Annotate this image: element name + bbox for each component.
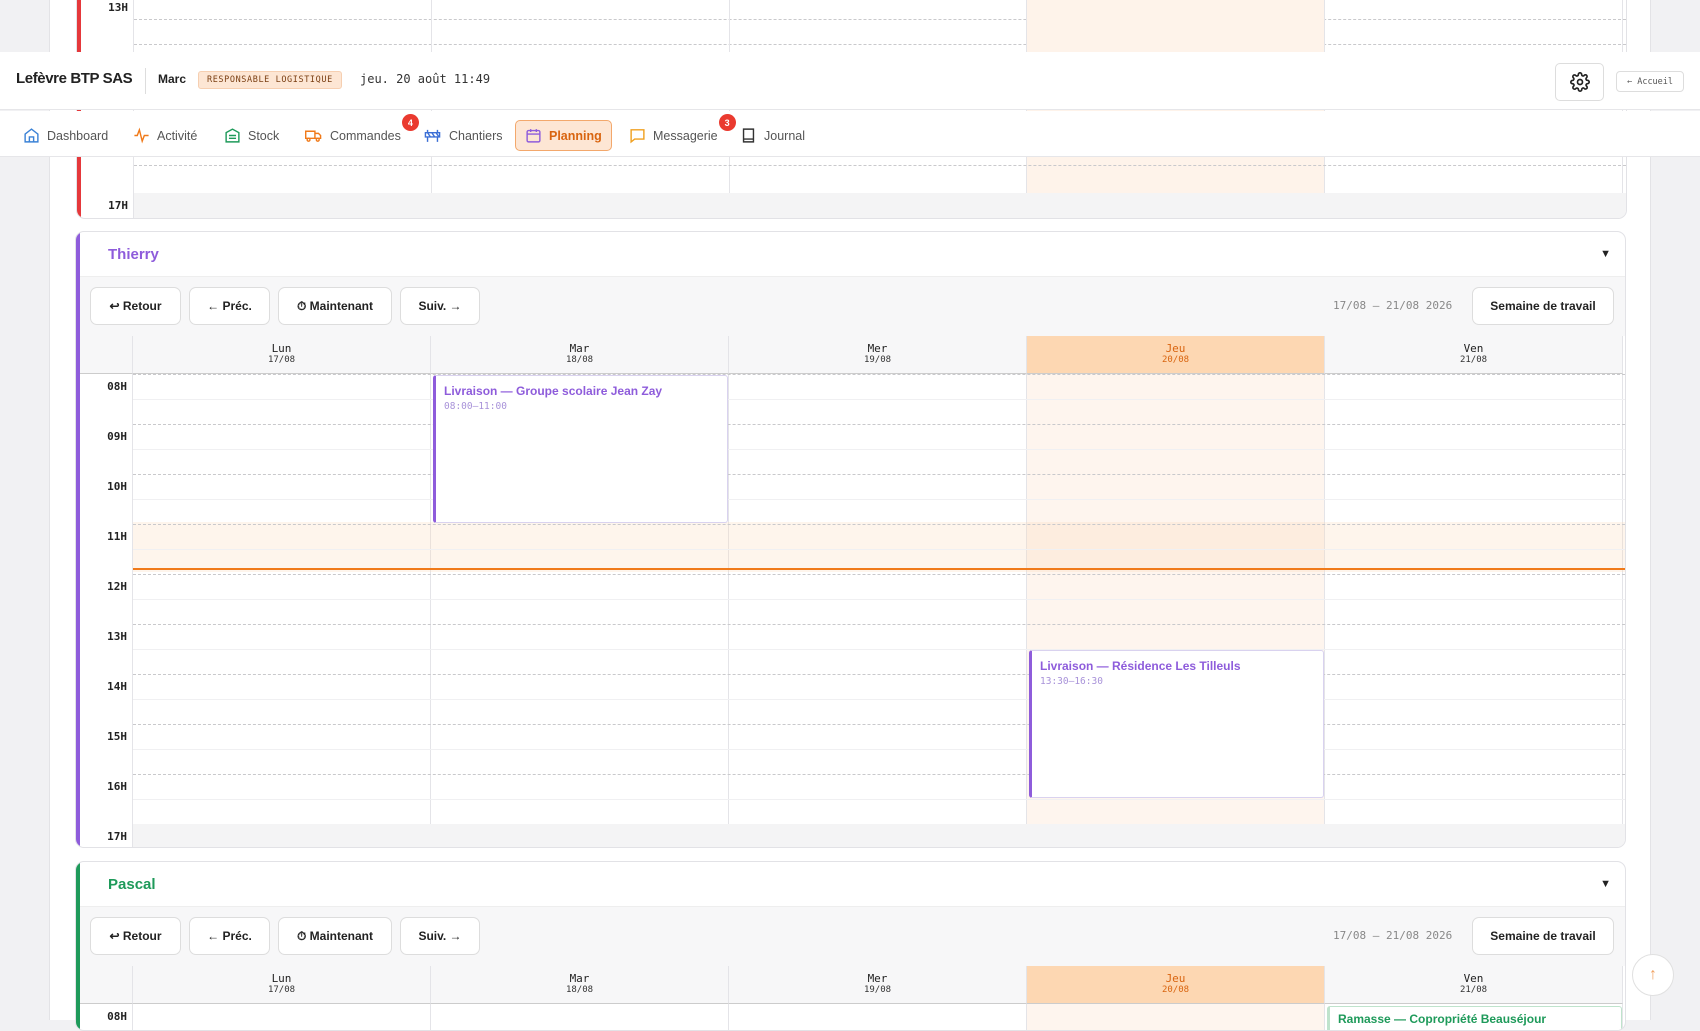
hour-label: 08H <box>107 380 127 393</box>
week-grid: Lun 17/08 Mar 18/08 Mer 19/08 Jeu 20/08 Ven 2… <box>80 336 1625 847</box>
event-card[interactable]: Livraison — Résidence Les Tilleuls 13:30… <box>1029 650 1324 798</box>
planner-name: Thierry <box>108 246 159 263</box>
event-time: 08:00–11:00 <box>444 401 507 412</box>
chevron-down-icon[interactable]: ▼ <box>1600 248 1611 260</box>
event-title: Livraison — Groupe scolaire Jean Zay <box>444 384 663 398</box>
company-name: Lefèvre BTP SAS <box>16 70 133 87</box>
nav-label: Journal <box>764 128 805 143</box>
chevron-down-icon[interactable]: ▼ <box>1600 878 1611 890</box>
message-icon <box>630 129 645 144</box>
planner-card-thierry: Thierry ▼ ↩ Retour ← Préc. ⏱ Maintenant … <box>75 231 1626 848</box>
nav-journal[interactable]: Journal <box>731 120 814 151</box>
top-bar: Lefèvre BTP SAS Marc RESPONSABLE LOGISTI… <box>0 52 1700 110</box>
day-header-today: Jeu 20/08 <box>1027 336 1325 374</box>
hour-label: 17H <box>107 830 127 843</box>
nav-label: Dashboard <box>47 128 109 143</box>
settings-button[interactable] <box>1555 63 1604 101</box>
day-header: Lun 17/08 <box>133 336 431 374</box>
arrow-up-icon: ↑ <box>1649 966 1657 983</box>
hour-label: 10H <box>107 480 127 493</box>
event-card[interactable]: Livraison — Groupe scolaire Jean Zay 08:… <box>433 375 728 523</box>
hour-label: 15H <box>107 730 127 743</box>
event-time: 13:30–16:30 <box>1040 676 1103 687</box>
view-select[interactable]: Semaine de travail <box>1472 287 1614 325</box>
truck-icon <box>305 130 322 142</box>
nav-label: Stock <box>248 128 280 143</box>
day-header-today: Jeu 20/08 <box>1027 966 1325 1004</box>
activity-icon <box>134 127 149 144</box>
back-button[interactable]: ↩ Retour <box>90 287 181 325</box>
hour-label: 16H <box>107 780 127 793</box>
role-badge: RESPONSABLE LOGISTIQUE <box>198 71 342 89</box>
now-button[interactable]: ⏱ Maintenant <box>278 917 392 955</box>
home-icon <box>24 128 39 143</box>
nav-activite[interactable]: Activité <box>124 120 206 151</box>
week-grid: Lun 17/08 Mar 18/08 Mer 19/08 Jeu 20/08 Ven 2… <box>80 966 1625 1030</box>
day-header: Mar 18/08 <box>431 966 729 1004</box>
stock-icon <box>225 128 240 143</box>
view-select[interactable]: Semaine de travail <box>1472 917 1614 955</box>
scroll-top-button[interactable]: ↑ <box>1632 954 1674 996</box>
hour-label: 17H <box>108 199 128 212</box>
next-button[interactable]: Suiv. → <box>400 287 480 325</box>
nav-label: Chantiers <box>449 128 503 143</box>
prev-button[interactable]: ← Préc. <box>189 287 270 325</box>
planner-name: Pascal <box>108 876 156 893</box>
user-name: Marc <box>158 72 187 86</box>
event-title: Livraison — Résidence Les Tilleuls <box>1040 659 1241 673</box>
nav-label: Commandes <box>330 128 401 143</box>
hour-label: 11H <box>107 530 127 543</box>
day-header: Mer 19/08 <box>729 336 1027 374</box>
current-time-line <box>133 568 1625 570</box>
barrier-icon <box>424 129 441 142</box>
nav-stock[interactable]: Stock <box>215 120 288 151</box>
current-datetime: jeu. 20 août 11:49 <box>360 72 491 86</box>
day-column[interactable] <box>729 374 1027 847</box>
nav-chantiers[interactable]: Chantiers <box>414 120 512 151</box>
calendar-icon <box>526 129 541 143</box>
calendar-toolbar: ↩ Retour ← Préc. ⏱ Maintenant Suiv. → 17… <box>80 277 1625 336</box>
planner-header[interactable]: Thierry ▼ <box>80 232 1625 277</box>
event-card[interactable]: Ramasse — Copropriété Beauséjour <box>1327 1006 1622 1030</box>
day-header: Lun 17/08 <box>133 966 431 1004</box>
event-title: Ramasse — Copropriété Beauséjour <box>1338 1012 1547 1026</box>
nav-label: Activité <box>157 128 198 143</box>
gear-icon <box>1569 72 1590 92</box>
calendar-toolbar: ↩ Retour ← Préc. ⏱ Maintenant Suiv. → 17… <box>80 907 1625 966</box>
next-button[interactable]: Suiv. → <box>400 917 480 955</box>
home-button[interactable]: ← Accueil <box>1616 71 1684 92</box>
prev-button[interactable]: ← Préc. <box>189 917 270 955</box>
nav-commandes[interactable]: Commandes 4 <box>295 114 419 151</box>
day-column[interactable] <box>1325 374 1623 847</box>
day-header: Ven 21/08 <box>1325 966 1623 1004</box>
planner-card-pascal: Pascal ▼ ↩ Retour ← Préc. ⏱ Maintenant S… <box>75 861 1626 1031</box>
planner-header[interactable]: Pascal ▼ <box>80 862 1625 907</box>
book-icon <box>742 128 755 143</box>
day-header: Ven 21/08 <box>1325 336 1623 374</box>
nav-label: Planning <box>549 128 602 143</box>
now-button[interactable]: ⏱ Maintenant <box>278 287 392 325</box>
hour-label: 12H <box>107 580 127 593</box>
nav-label: Messagerie <box>653 128 718 143</box>
hour-label: 14H <box>107 680 127 693</box>
hour-label: 09H <box>107 430 127 443</box>
back-button[interactable]: ↩ Retour <box>90 917 181 955</box>
hour-label: 08H <box>107 1010 127 1023</box>
date-range: 17/08 – 21/08 2026 <box>1333 929 1453 942</box>
day-column[interactable] <box>133 374 431 847</box>
hour-label: 13H <box>107 630 127 643</box>
nav-planning[interactable]: Planning <box>515 120 612 151</box>
day-header: Mer 19/08 <box>729 966 1027 1004</box>
main-nav: Dashboard Activité Stock Commandes 4 Cha… <box>0 111 1700 157</box>
nav-dashboard[interactable]: Dashboard <box>14 120 117 151</box>
nav-messagerie[interactable]: Messagerie 3 <box>620 114 736 151</box>
day-header: Mar 18/08 <box>431 336 729 374</box>
date-range: 17/08 – 21/08 2026 <box>1333 299 1453 312</box>
